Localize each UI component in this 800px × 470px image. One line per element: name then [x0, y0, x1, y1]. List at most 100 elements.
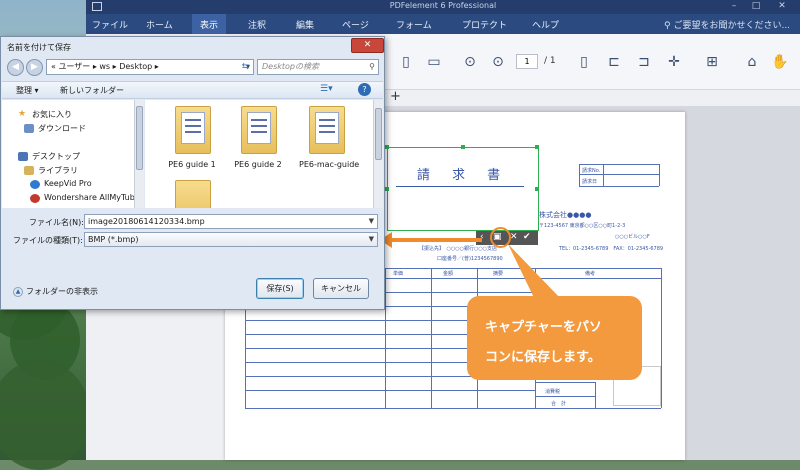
menu-form[interactable]: フォーム: [396, 18, 432, 31]
resize-handle[interactable]: [535, 187, 539, 191]
resize-handle[interactable]: [385, 145, 389, 149]
address-bar[interactable]: « ユーザー ▸ ws ▸ Desktop ▸ ▾: [46, 59, 254, 75]
menu-file[interactable]: ファイル: [92, 18, 128, 31]
col-amount: 金額: [443, 271, 454, 277]
nav-downloads[interactable]: ダウンロード: [38, 123, 86, 134]
invoice-title: 請 求 書: [416, 168, 510, 183]
close-icon[interactable]: ✕: [776, 1, 788, 12]
pointer-arrow: [390, 238, 482, 242]
back-icon[interactable]: ◀: [7, 59, 24, 76]
prev-page-icon[interactable]: ⊙: [460, 52, 480, 72]
nav-desktop[interactable]: デスクトップ: [32, 151, 80, 162]
menu-bar: ファイル ホーム 表示 注釈 編集 ページ フォーム プロテクト ヘルプ ⚲ ご…: [86, 14, 800, 34]
command-bar: 整理 ▾ 新しいフォルダー ☰▾ ?: [2, 81, 383, 99]
page-icon[interactable]: ▯: [396, 52, 416, 72]
search-icon[interactable]: ⚲: [369, 60, 375, 74]
invoice-no-label: 請求No.: [582, 168, 601, 174]
resize-handle[interactable]: [461, 145, 465, 149]
keepvid-icon: [30, 180, 40, 189]
nav-libraries[interactable]: ライブラリ: [38, 165, 78, 176]
title-underline: [396, 186, 524, 187]
allmytube-icon: [30, 194, 40, 203]
refresh-icon[interactable]: ⇆: [237, 59, 254, 75]
bank-info: 【振込先】 ○○○○銀行○○○支店: [419, 246, 498, 252]
desktop-icon: [18, 152, 28, 161]
minimize-icon[interactable]: –: [728, 1, 740, 12]
feedback-search[interactable]: ⚲ ご要望をお聞かせください...: [664, 18, 790, 31]
tax-label: 消費税: [545, 389, 561, 395]
maximize-icon[interactable]: □: [750, 1, 762, 12]
single-page-icon[interactable]: ▯: [574, 52, 594, 72]
navigation-pane: ★ お気に入り ダウンロード デスクトップ ライブラリ KeepVid Pro …: [2, 100, 144, 208]
page-total: / 1: [544, 56, 556, 66]
camera-icon[interactable]: ⌂: [742, 52, 762, 72]
callout-line-2: コンに保存します。: [485, 350, 601, 365]
invoice-date-label: 請求日: [582, 179, 598, 185]
filename-input[interactable]: image20180614120334.bmp ▼: [84, 214, 378, 229]
nav-keepvid[interactable]: KeepVid Pro: [44, 179, 92, 188]
filetype-select[interactable]: BMP (*.bmp) ▼: [84, 232, 378, 247]
folder-label: PE6-mac-guide: [299, 160, 360, 169]
cancel-button[interactable]: キャンセル: [313, 278, 369, 299]
menu-edit[interactable]: 編集: [296, 18, 314, 31]
filetype-label: ファイルの種類(T):: [13, 236, 83, 245]
title-bar: PDFelement 6 Professional – □ ✕: [86, 0, 800, 14]
fit-page-icon[interactable]: ⊐: [634, 52, 654, 72]
resize-handle[interactable]: [535, 145, 539, 149]
star-icon: ★: [18, 109, 27, 119]
new-tab-icon[interactable]: +: [390, 89, 401, 104]
hide-folders-toggle[interactable]: ▲ フォルダーの非表示: [13, 286, 98, 297]
folder-label: PE6 guide 1: [168, 160, 216, 169]
next-page-icon[interactable]: ⊙: [488, 52, 508, 72]
present-icon[interactable]: ▭: [424, 52, 444, 72]
chevron-down-icon[interactable]: ▼: [369, 215, 374, 228]
new-folder-button[interactable]: 新しいフォルダー: [60, 85, 124, 96]
folder-icon: [175, 180, 211, 208]
chevron-up-icon: ▲: [13, 286, 23, 297]
menu-help[interactable]: ヘルプ: [532, 18, 559, 31]
tab-strip: +: [376, 89, 800, 106]
menu-protect[interactable]: プロテクト: [462, 18, 507, 31]
app-title: PDFelement 6 Professional: [389, 1, 497, 10]
forward-icon[interactable]: ▶: [26, 59, 43, 76]
filename-label: ファイル名(N):: [29, 218, 84, 227]
dialog-close-button[interactable]: ✕: [351, 38, 384, 53]
callout-box: キャプチャーをパソ コンに保存します。: [467, 296, 642, 380]
account-number: 口座番号／(普)1234567890: [437, 256, 503, 262]
save-button[interactable]: 保存(S): [256, 278, 304, 299]
folder-item[interactable]: [165, 180, 219, 208]
folder-label: PE6 guide 2: [234, 160, 282, 169]
col-notes: 備考: [585, 271, 596, 277]
view-menu-icon[interactable]: ☰▾: [320, 84, 333, 94]
menu-home[interactable]: ホーム: [146, 18, 173, 31]
resize-handle[interactable]: [385, 187, 389, 191]
page-number-input[interactable]: 1: [516, 54, 538, 69]
dialog-title: 名前を付けて保存: [7, 43, 71, 52]
actual-size-icon[interactable]: ✛: [664, 52, 684, 72]
capture-region[interactable]: 請 求 書: [385, 145, 539, 231]
layout-grid-icon[interactable]: ⊞: [702, 52, 722, 72]
help-icon[interactable]: ?: [358, 83, 371, 96]
total-label: 合 計: [551, 401, 567, 407]
company-address: 〒123-4567 東京都○○区○○町1-2-3: [539, 223, 626, 229]
save-as-dialog: 名前を付けて保存 ✕ ◀ ▶ « ユーザー ▸ ws ▸ Desktop ▸ ▾…: [0, 36, 385, 310]
chevron-down-icon[interactable]: ▼: [369, 233, 374, 246]
hand-tool-icon[interactable]: ✋: [770, 52, 790, 72]
file-list-scrollbar[interactable]: [373, 100, 383, 208]
callout-line-1: キャプチャーをパソ: [485, 320, 602, 335]
nav-favorites[interactable]: お気に入り: [32, 109, 72, 120]
folder-search-input[interactable]: Desktopの検索 ⚲: [257, 59, 379, 75]
nav-wondershare[interactable]: Wondershare AllMyTube: [44, 193, 140, 202]
menu-view[interactable]: 表示: [192, 14, 227, 34]
menu-comment[interactable]: 注釈: [248, 18, 266, 31]
file-scroll-thumb[interactable]: [375, 108, 382, 160]
nav-scrollbar[interactable]: [134, 100, 144, 208]
file-list: PE6 guide 1 PE6 guide 2 PE6-mac-guide: [145, 100, 373, 208]
nav-scroll-thumb[interactable]: [136, 106, 143, 170]
fit-width-icon[interactable]: ⊏: [604, 52, 624, 72]
menu-page[interactable]: ページ: [342, 18, 369, 31]
download-icon: [24, 124, 34, 133]
breadcrumb[interactable]: « ユーザー ▸ ws ▸ Desktop ▸: [51, 62, 159, 71]
company-building: ○○○ビル○○F: [615, 234, 650, 240]
organize-button[interactable]: 整理 ▾: [16, 85, 39, 96]
